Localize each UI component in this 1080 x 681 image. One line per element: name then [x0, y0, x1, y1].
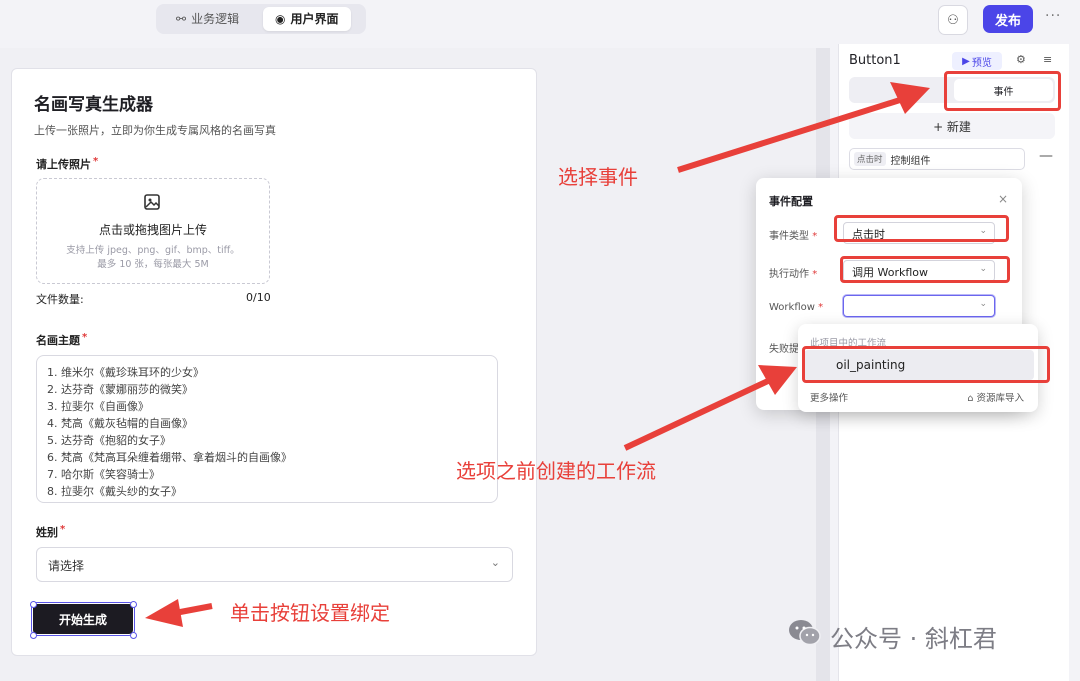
arrow-head [145, 599, 183, 627]
annotation-arrows [145, 82, 930, 627]
wechat-icon [788, 618, 822, 654]
arrow-to-workflow [623, 377, 772, 451]
annotation-select-event: 选择事件 [558, 165, 638, 189]
arrow-to-event [677, 97, 901, 173]
watermark: 公众号 · 斜杠君 [788, 618, 997, 654]
annotation-click-button: 单击按钮设置绑定 [230, 601, 390, 625]
annotation-choose-workflow: 选项之前创建的工作流 [456, 459, 656, 483]
arrow-to-button [174, 603, 213, 616]
arrow-head [890, 82, 930, 114]
